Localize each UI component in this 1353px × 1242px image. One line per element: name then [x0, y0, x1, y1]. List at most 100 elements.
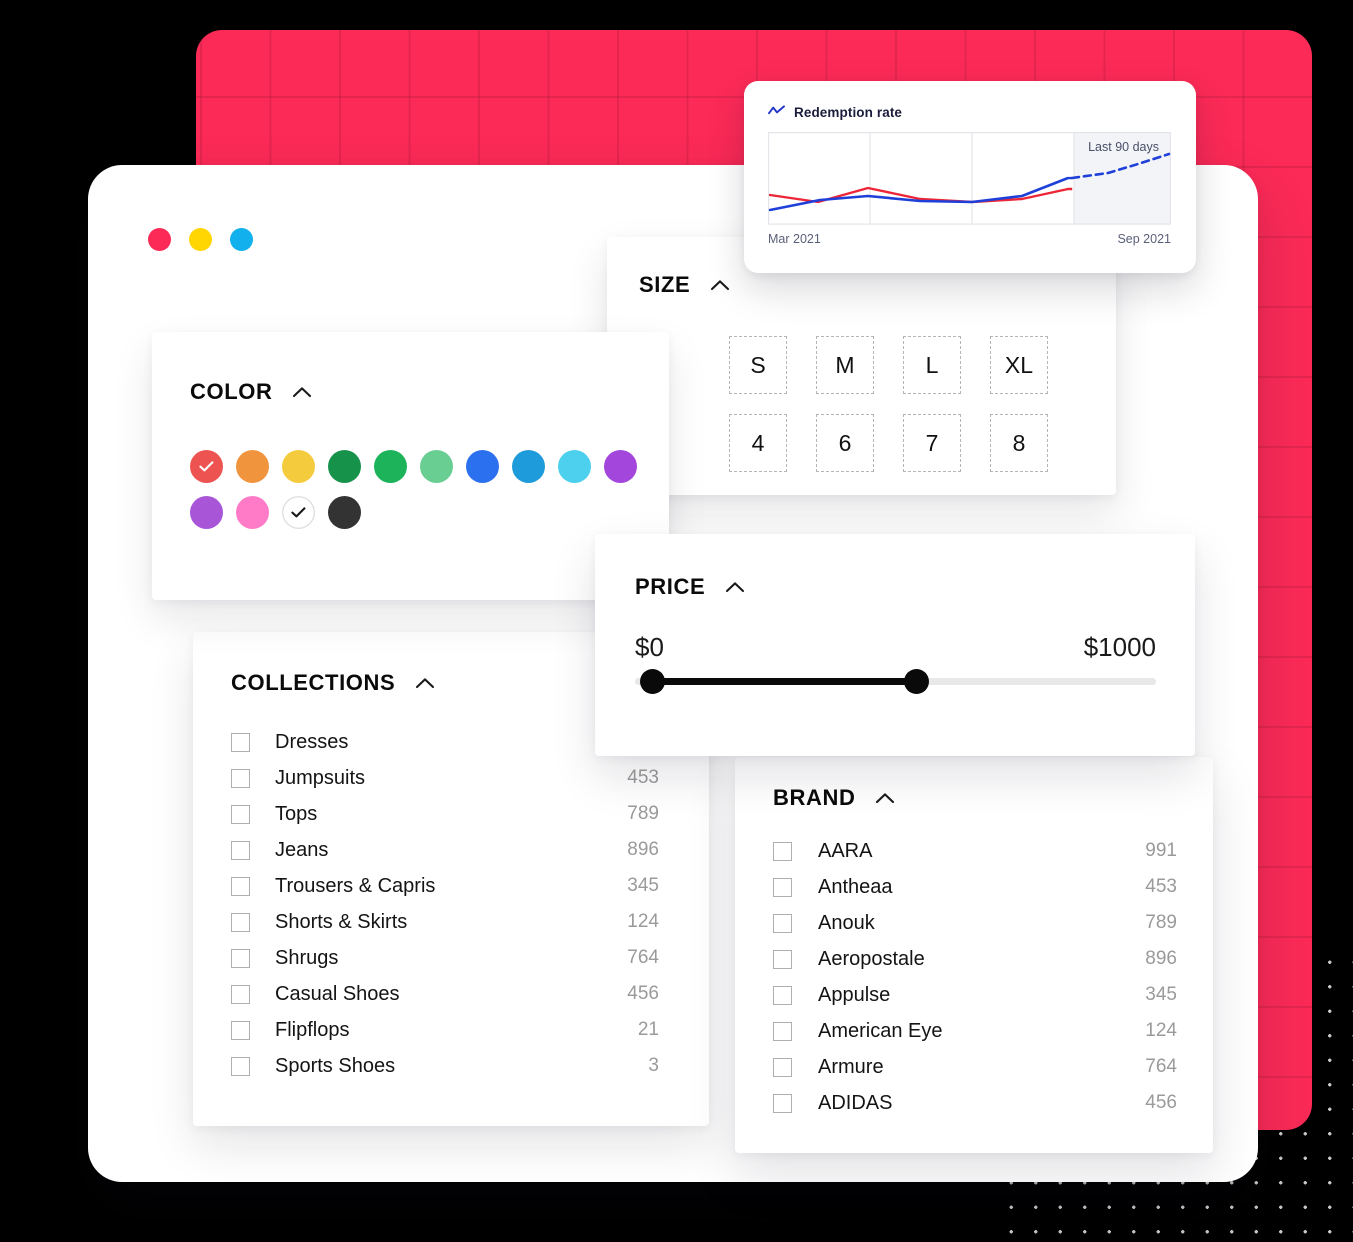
checkbox[interactable]: [773, 1093, 792, 1113]
color-swatch-pink[interactable]: [236, 496, 269, 529]
list-item-label: ADIDAS: [818, 1091, 893, 1114]
list-item[interactable]: Sports Shoes 3: [231, 1048, 659, 1084]
chart-axis-start: Mar 2021: [768, 232, 821, 246]
color-swatch-light-purple[interactable]: [190, 496, 223, 529]
chevron-up-icon[interactable]: [710, 279, 730, 291]
size-option-m[interactable]: M: [816, 336, 874, 394]
checkbox[interactable]: [231, 876, 250, 896]
list-item-label: Trousers & Capris: [275, 874, 436, 897]
chevron-up-icon[interactable]: [415, 677, 435, 689]
checkbox[interactable]: [231, 948, 250, 968]
list-item[interactable]: Antheaa 453: [773, 869, 1177, 905]
size-title: SIZE: [639, 272, 691, 297]
checkbox[interactable]: [231, 840, 250, 860]
size-option-7[interactable]: 7: [903, 414, 961, 472]
list-item[interactable]: AARA 991: [773, 833, 1177, 869]
chart-header: Redemption rate: [768, 103, 1174, 121]
color-swatch-black[interactable]: [328, 496, 361, 529]
color-swatch-ocean-blue[interactable]: [512, 450, 545, 483]
checkbox[interactable]: [773, 877, 792, 897]
chevron-up-icon[interactable]: [292, 386, 312, 398]
chevron-up-icon[interactable]: [725, 581, 745, 593]
price-range-slider[interactable]: [635, 669, 1156, 694]
list-item-count: 456: [627, 983, 659, 1004]
color-swatch-sky-blue[interactable]: [558, 450, 591, 483]
color-swatch-dark-green[interactable]: [328, 450, 361, 483]
price-filter-card: PRICE $0 $1000: [595, 534, 1195, 756]
color-swatch-row: [190, 496, 669, 529]
list-item[interactable]: American Eye 124: [773, 1013, 1177, 1049]
list-item[interactable]: Appulse 345: [773, 977, 1177, 1013]
list-item[interactable]: Jumpsuits 453: [231, 760, 659, 796]
list-item-count: 124: [1145, 1020, 1177, 1041]
list-item[interactable]: Shrugs 764: [231, 940, 659, 976]
list-item-count: 3: [648, 1055, 659, 1076]
color-swatch-yellow[interactable]: [282, 450, 315, 483]
list-item[interactable]: Trousers & Capris 345: [231, 868, 659, 904]
checkbox[interactable]: [773, 1021, 792, 1041]
list-item-count: 453: [1145, 876, 1177, 897]
price-header[interactable]: PRICE: [635, 574, 1195, 600]
size-option-8[interactable]: 8: [990, 414, 1048, 472]
checkbox[interactable]: [231, 984, 250, 1004]
checkbox[interactable]: [231, 732, 250, 752]
color-swatch-green[interactable]: [374, 450, 407, 483]
list-item-label: Casual Shoes: [275, 982, 400, 1005]
check-icon: [199, 461, 214, 472]
checkbox[interactable]: [231, 1056, 250, 1076]
color-title: COLOR: [190, 379, 273, 404]
list-item[interactable]: ADIDAS 456: [773, 1085, 1177, 1121]
list-item-label: AARA: [818, 839, 873, 862]
color-swatch-white[interactable]: [282, 496, 315, 529]
checkbox[interactable]: [231, 1020, 250, 1040]
list-item[interactable]: Tops 789: [231, 796, 659, 832]
checkbox[interactable]: [773, 949, 792, 969]
checkbox[interactable]: [231, 804, 250, 824]
brand-header[interactable]: BRAND: [773, 785, 1213, 811]
list-item[interactable]: Anouk 789: [773, 905, 1177, 941]
checkbox[interactable]: [773, 841, 792, 861]
checkbox[interactable]: [773, 985, 792, 1005]
collections-list: Dresses Jumpsuits 453 Tops 789 Jeans 896 Trouse…: [231, 724, 709, 1084]
list-item[interactable]: Jeans 896: [231, 832, 659, 868]
size-option-l[interactable]: L: [903, 336, 961, 394]
checkbox[interactable]: [773, 913, 792, 933]
chart-axis-labels: Mar 2021 Sep 2021: [768, 232, 1171, 246]
color-swatch-light-green[interactable]: [420, 450, 453, 483]
list-item-count: 896: [1145, 948, 1177, 969]
color-swatch-blue[interactable]: [466, 450, 499, 483]
slider-handle-min[interactable]: [640, 669, 665, 694]
checkbox[interactable]: [231, 768, 250, 788]
maximize-dot[interactable]: [230, 228, 253, 251]
color-swatch-row: [190, 450, 669, 483]
list-item[interactable]: Casual Shoes 456: [231, 976, 659, 1012]
minimize-dot[interactable]: [189, 228, 212, 251]
list-item-label: Antheaa: [818, 875, 893, 898]
chevron-up-icon[interactable]: [875, 792, 895, 804]
list-item[interactable]: Aeropostale 896: [773, 941, 1177, 977]
size-header[interactable]: SIZE: [639, 272, 1116, 298]
list-item-label: Sports Shoes: [275, 1054, 396, 1077]
list-item[interactable]: Flipflops 21: [231, 1012, 659, 1048]
list-item[interactable]: Armure 764: [773, 1049, 1177, 1085]
list-item[interactable]: Shorts & Skirts 124: [231, 904, 659, 940]
color-swatch-orange[interactable]: [236, 450, 269, 483]
checkbox[interactable]: [773, 1057, 792, 1077]
list-item-label: Shorts & Skirts: [275, 910, 408, 933]
slider-handle-max[interactable]: [904, 669, 929, 694]
list-item-label: Jumpsuits: [275, 766, 366, 789]
checkbox[interactable]: [231, 912, 250, 932]
size-option-4[interactable]: 4: [729, 414, 787, 472]
color-header[interactable]: COLOR: [190, 379, 669, 405]
size-option-xl[interactable]: XL: [990, 336, 1048, 394]
size-option-s[interactable]: S: [729, 336, 787, 394]
color-swatch-red[interactable]: [190, 450, 223, 483]
close-dot[interactable]: [148, 228, 171, 251]
size-options-grid: S M L XL 4 6 7 8: [729, 336, 1116, 472]
size-option-6[interactable]: 6: [816, 414, 874, 472]
list-item-label: Anouk: [818, 911, 875, 934]
list-item-label: Aeropostale: [818, 947, 925, 970]
chart-title: Redemption rate: [794, 104, 903, 120]
list-item-label: Flipflops: [275, 1018, 350, 1041]
color-swatch-purple[interactable]: [604, 450, 637, 483]
